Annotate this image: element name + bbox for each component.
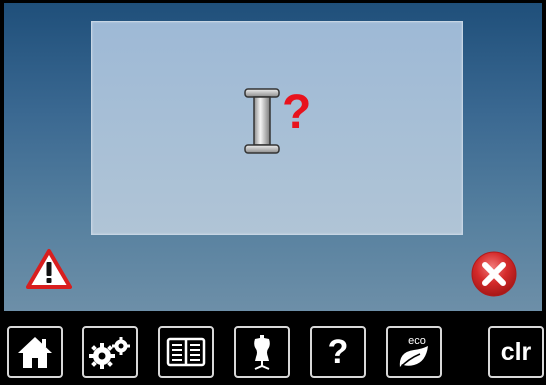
dress-form-icon — [254, 335, 270, 370]
bottom-toolbar: ? eco clr — [0, 311, 546, 385]
tutorial-button[interactable] — [158, 326, 214, 378]
info-dialog: ? — [91, 21, 463, 235]
help-button[interactable]: ? — [310, 326, 366, 378]
main-screen: ? — [4, 3, 542, 311]
home-icon — [18, 337, 52, 368]
settings-button[interactable] — [82, 326, 138, 378]
clear-icon: clr — [500, 337, 532, 366]
question-mark: ? — [282, 88, 311, 139]
eco-button[interactable]: eco — [386, 326, 442, 378]
tutorial-book-icon — [166, 337, 206, 367]
help-icon: ? — [327, 332, 349, 371]
eco-leaf-icon: eco — [399, 335, 428, 369]
warning-triangle-icon — [26, 249, 72, 289]
eco-label: eco — [408, 335, 426, 347]
settings-gears-icon — [89, 337, 130, 369]
close-button[interactable] — [470, 250, 518, 298]
bobbin-spool-question-icon: ? — [244, 88, 311, 154]
creative-consultant-button[interactable] — [234, 326, 290, 378]
home-button[interactable] — [7, 326, 63, 378]
clear-button[interactable]: clr — [488, 326, 544, 378]
